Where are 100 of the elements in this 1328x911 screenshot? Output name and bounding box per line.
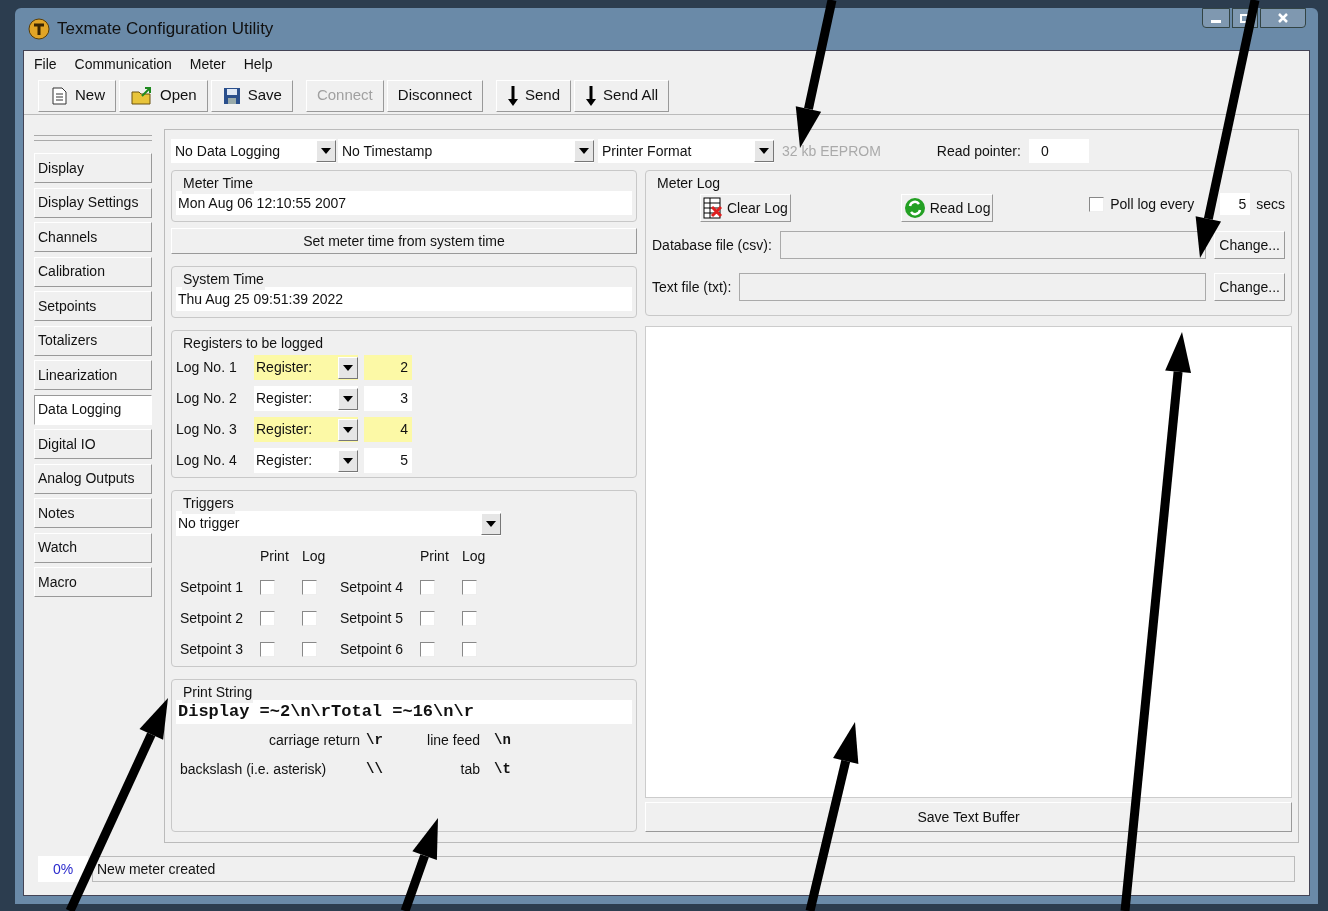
caret-icon <box>579 148 589 154</box>
escape-code: \\ <box>365 760 384 779</box>
toolbar-button[interactable]: New <box>38 79 116 112</box>
poll-label: Poll log every <box>1110 194 1195 214</box>
trigger-dropdown[interactable]: No trigger <box>176 511 501 536</box>
menu-item[interactable]: Help <box>243 53 273 75</box>
read-pointer-field[interactable]: 0 <box>1028 139 1089 163</box>
database-file-field[interactable] <box>779 231 1207 259</box>
minimize-button[interactable] <box>1202 8 1230 28</box>
register-dropdown[interactable]: Register: <box>254 417 358 442</box>
toolbar-button[interactable]: Save <box>210 79 293 112</box>
dropdown-button[interactable] <box>338 356 358 379</box>
logging-mode-dropdown[interactable]: No Data Logging <box>171 139 336 163</box>
menu-item[interactable]: Communication <box>74 53 172 75</box>
register-dropdown[interactable]: Register: <box>254 448 358 473</box>
log-number-label: Log No. 3 <box>176 420 238 439</box>
down-arrow-icon <box>507 84 519 107</box>
memory-label: 32 kb EEPROM <box>782 141 881 161</box>
sidebar-tab[interactable]: Calibration <box>34 256 152 287</box>
column-header: Print <box>420 547 450 566</box>
sidebar-tab[interactable]: Linearization <box>34 360 152 390</box>
checkbox[interactable] <box>1089 196 1105 212</box>
set-time-button[interactable]: Set meter time from system time <box>171 228 637 254</box>
register-dropdown[interactable]: Register: <box>254 355 358 380</box>
sidebar-tab[interactable]: Display <box>34 153 152 183</box>
checkbox[interactable] <box>462 642 477 657</box>
escape-code: \n <box>493 731 512 750</box>
log-number-label: Log No. 4 <box>176 451 238 470</box>
column-header: Log <box>462 547 487 566</box>
toolbar-button[interactable]: Open <box>119 79 208 112</box>
register-number-field[interactable]: 4 <box>364 417 412 442</box>
register-number-field[interactable]: 2 <box>364 355 412 380</box>
down-arrow-icon <box>585 84 598 107</box>
sidebar-tab[interactable]: Channels <box>34 222 152 252</box>
dropdown-button[interactable] <box>754 140 774 162</box>
caret-icon <box>759 148 769 154</box>
toolbar-button[interactable]: Send <box>496 79 572 112</box>
sidebar-tab[interactable]: Digital IO <box>34 429 152 459</box>
sidebar-tab[interactable]: Analog Outputs <box>34 463 152 494</box>
legend-label: backslash (i.e. asterisk) <box>180 760 328 779</box>
checkbox[interactable] <box>462 580 477 595</box>
timestamp-dropdown[interactable]: No Timestamp <box>338 139 594 163</box>
checkbox[interactable] <box>420 580 435 595</box>
change-button[interactable]: Change... <box>1214 273 1285 301</box>
dropdown-button[interactable] <box>338 418 358 441</box>
checkbox[interactable] <box>260 580 275 595</box>
table-delete-icon <box>703 197 723 219</box>
register-number-field[interactable]: 5 <box>364 448 412 473</box>
menu-item[interactable]: Meter <box>189 53 226 75</box>
sidebar-tab[interactable]: Notes <box>34 498 152 528</box>
sidebar-tab[interactable]: Data Logging <box>34 394 152 425</box>
checkbox[interactable] <box>302 580 317 595</box>
dropdown-button[interactable] <box>338 387 358 410</box>
setpoint-label: Setpoint 6 <box>340 640 405 659</box>
meter-time-field[interactable]: Mon Aug 06 12:10:55 2007 <box>176 191 632 215</box>
status-message: New meter created <box>92 856 1295 882</box>
app-logo-icon <box>28 18 50 40</box>
sidebar-tab[interactable]: Setpoints <box>34 291 152 321</box>
toolbar-button[interactable]: Disconnect <box>386 79 483 112</box>
read-log-button[interactable]: Read Log <box>900 194 994 222</box>
toolbar-button[interactable]: Send All <box>574 79 670 112</box>
checkbox[interactable] <box>260 611 275 626</box>
legend-label: tab <box>459 760 481 779</box>
poll-interval-field[interactable]: 5 <box>1220 193 1251 215</box>
caret-icon <box>343 364 353 371</box>
checkbox[interactable] <box>302 642 317 657</box>
format-dropdown[interactable]: Printer Format <box>598 139 774 163</box>
checkbox[interactable] <box>420 642 435 657</box>
setpoint-label: Setpoint 5 <box>340 609 405 628</box>
print-string-field[interactable]: Display =~2\n\rTotal =~16\n\r <box>176 700 632 724</box>
caret-icon <box>343 395 353 402</box>
sidebar-tab[interactable]: Totalizers <box>34 325 152 356</box>
checkbox[interactable] <box>462 611 477 626</box>
window-title: Texmate Configuration Utility <box>57 18 274 41</box>
clear-log-button[interactable]: Clear Log <box>700 194 791 222</box>
save-text-buffer-button[interactable]: Save Text Buffer <box>645 802 1292 832</box>
checkbox[interactable] <box>302 611 317 626</box>
register-dropdown[interactable]: Register: <box>254 386 358 411</box>
database-file-label: Database file (csv): <box>652 235 772 255</box>
dropdown-button[interactable] <box>338 449 358 472</box>
dropdown-button[interactable] <box>481 512 501 535</box>
close-button[interactable] <box>1260 8 1306 28</box>
dropdown-button[interactable] <box>574 140 594 162</box>
escape-code: \t <box>493 760 512 779</box>
sidebar-tab[interactable]: Macro <box>34 567 152 597</box>
menu-item[interactable]: File <box>34 53 57 75</box>
checkbox[interactable] <box>260 642 275 657</box>
column-header: Print <box>260 547 290 566</box>
caret-icon <box>343 457 353 464</box>
sidebar-tab[interactable]: Watch <box>34 532 152 563</box>
register-number-field[interactable]: 3 <box>364 386 412 411</box>
system-time-field[interactable]: Thu Aug 25 09:51:39 2022 <box>176 287 632 311</box>
unit-label: secs <box>1256 194 1285 214</box>
change-button[interactable]: Change... <box>1214 231 1285 259</box>
dropdown-button[interactable] <box>316 140 336 162</box>
text-file-field[interactable] <box>739 273 1207 301</box>
sidebar-tab[interactable]: Display Settings <box>34 187 152 218</box>
checkbox[interactable] <box>420 611 435 626</box>
close-icon <box>1278 13 1288 23</box>
setpoint-label: Setpoint 3 <box>180 640 245 659</box>
